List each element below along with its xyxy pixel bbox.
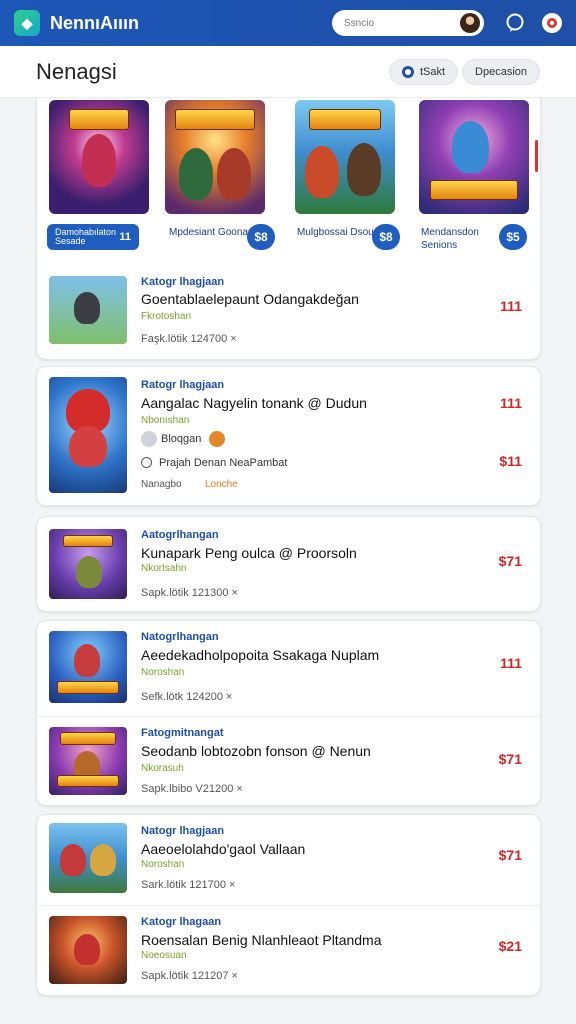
avatar[interactable] bbox=[460, 13, 480, 33]
item-category: Aatogrlhangan bbox=[141, 529, 219, 541]
item-thumbnail bbox=[49, 631, 127, 703]
item-tag: Noeosuan bbox=[141, 950, 187, 961]
app-title: NennıAııın bbox=[50, 12, 139, 33]
item-price[interactable]: $11 bbox=[499, 453, 522, 469]
featured-thumbnail[interactable] bbox=[165, 100, 265, 214]
item-tag: Noroshan bbox=[141, 859, 185, 870]
search-input[interactable] bbox=[344, 17, 444, 29]
item-price[interactable]: 111 bbox=[500, 655, 522, 671]
item-title: Aeedekadholpopoita Ssakaga Nuplam bbox=[141, 647, 380, 663]
item-thumbnail[interactable] bbox=[49, 377, 127, 493]
item-meta: Sark.lötik 121700 × bbox=[141, 879, 236, 891]
featured-label: Mendansdon Senions bbox=[421, 227, 479, 251]
item-meta: Nanagbo bbox=[141, 479, 182, 490]
location-icon bbox=[401, 65, 414, 78]
scrollbar-thumb[interactable] bbox=[535, 140, 538, 172]
item-tag: Fkrotoshan bbox=[141, 311, 192, 322]
featured-label: Damohabılaton Sesade bbox=[55, 227, 117, 246]
item-meta: Bloqgan bbox=[161, 433, 202, 445]
item-price[interactable]: $71 bbox=[499, 751, 522, 767]
item-title: Aaeoelolahdo'gaol Vallaan bbox=[141, 841, 306, 857]
featured-label: Mulgbossai Dsoura bbox=[297, 227, 383, 238]
featured-price-button[interactable]: $5 bbox=[499, 224, 527, 250]
settings-icon[interactable] bbox=[538, 9, 566, 37]
item-meta: Sapk.lötik 121207 × bbox=[141, 970, 238, 982]
item-title: Goentablaelepaunt Odangakdeğan bbox=[141, 291, 359, 307]
search-box[interactable] bbox=[332, 10, 484, 36]
item-price[interactable]: $71 bbox=[499, 553, 522, 569]
featured-price-button[interactable]: Damohabılaton Sesade 11 bbox=[47, 224, 139, 250]
item-thumbnail bbox=[49, 276, 127, 344]
app-logo-icon[interactable]: ◆ bbox=[14, 10, 40, 36]
item-thumbnail bbox=[49, 916, 127, 984]
item-title: Kunapark Peng oulca @ Proorsoln bbox=[141, 545, 357, 561]
item-meta: Sapk.lbibo V21200 × bbox=[141, 783, 243, 795]
list-item[interactable]: Aatogrlhangan Kunapark Peng oulca @ Proo… bbox=[37, 517, 540, 613]
item-meta: Sapk.lötik 121300 × bbox=[141, 587, 238, 599]
item-meta: Faşk.lötik 124700 × bbox=[141, 333, 237, 345]
item-card: Ratogr lhagjaan Aangalac Nagyelin tonank… bbox=[36, 366, 541, 506]
item-category: Katogr lhagjaan bbox=[141, 276, 225, 288]
featured-price-button[interactable]: $8 bbox=[247, 224, 275, 250]
badge-icon bbox=[209, 431, 225, 447]
chip-label: Dpecasion bbox=[475, 65, 527, 78]
chip-label: tSakt bbox=[419, 65, 446, 78]
item-price[interactable]: 111 bbox=[500, 395, 522, 411]
item-price[interactable]: $21 bbox=[499, 938, 522, 954]
page-title: Nenagsi bbox=[36, 58, 117, 84]
item-category: Katogr lhagaan bbox=[141, 916, 222, 928]
item-category: Fatogmitnangat bbox=[141, 727, 224, 739]
item-title: Seodanb lobtozobn fonson @ Nenun bbox=[141, 743, 371, 759]
item-thumbnail bbox=[49, 727, 127, 795]
featured-carousel: Damohabılaton Sesade 11 Mpdesiant Goonan… bbox=[36, 98, 541, 360]
item-card: Aatogrlhangan Kunapark Peng oulca @ Proo… bbox=[36, 516, 541, 612]
item-price[interactable]: $71 bbox=[499, 847, 522, 863]
item-thumbnail bbox=[49, 823, 127, 893]
filter-chip[interactable]: Dpecasion bbox=[462, 58, 540, 85]
item-tag: Nkorasuh bbox=[141, 763, 184, 774]
item-category: Natogr lhagjaan bbox=[141, 825, 225, 837]
featured-thumbnail[interactable] bbox=[295, 100, 395, 214]
item-card: Natogr lhagjaan Aaeoelolahdo'gaol Vallaa… bbox=[36, 814, 541, 996]
item-tag: Noroshan bbox=[141, 667, 185, 678]
list-item[interactable]: Katogr lhagaan Roensalan Benig Nlanhleao… bbox=[37, 906, 540, 997]
chat-icon[interactable] bbox=[498, 6, 532, 40]
featured-price: 11 bbox=[119, 231, 131, 243]
item-price[interactable]: 111 bbox=[500, 298, 522, 314]
item-meta: Prajah Denan NeaPambat bbox=[159, 457, 288, 469]
item-category: Ratogr lhagjaan bbox=[141, 379, 225, 391]
clock-icon bbox=[141, 457, 152, 468]
item-tag: Nbonıshan bbox=[141, 415, 190, 426]
item-thumbnail bbox=[49, 529, 127, 599]
location-chip[interactable]: tSakt bbox=[388, 58, 459, 85]
featured-label: Mpdesiant Goonan bbox=[169, 227, 254, 238]
featured-thumbnail[interactable] bbox=[49, 100, 149, 214]
item-title: Aangalac Nagyelin tonank @ Dudun bbox=[141, 395, 367, 411]
item-title: Roensalan Benig Nlanhleaot Pltandma bbox=[141, 932, 382, 948]
item-card: Natogrlhangan Aeedekadholpopoita Ssakaga… bbox=[36, 620, 541, 806]
list-item[interactable]: Natogr lhagjaan Aaeoelolahdo'gaol Vallaa… bbox=[37, 815, 540, 905]
item-tag: Nkortsahn bbox=[141, 563, 187, 574]
item-meta: Lonche bbox=[205, 479, 238, 490]
featured-price-button[interactable]: $8 bbox=[372, 224, 400, 250]
featured-thumbnail[interactable] bbox=[419, 100, 529, 214]
top-bar: ◆ NennıAııın bbox=[0, 0, 576, 46]
item-category: Natogrlhangan bbox=[141, 631, 219, 643]
list-item[interactable]: Natogrlhangan Aeedekadholpopoita Ssakaga… bbox=[37, 621, 540, 715]
list-item[interactable]: Katogr lhagjaan Goentablaelepaunt Odanga… bbox=[37, 268, 540, 348]
list-item[interactable]: Fatogmitnangat Seodanb lobtozobn fonson … bbox=[37, 717, 540, 807]
page-header: Nenagsi tSakt Dpecasion bbox=[0, 46, 576, 98]
item-meta: Sefk.lötk 124200 × bbox=[141, 691, 233, 703]
badge-icon bbox=[141, 431, 157, 447]
